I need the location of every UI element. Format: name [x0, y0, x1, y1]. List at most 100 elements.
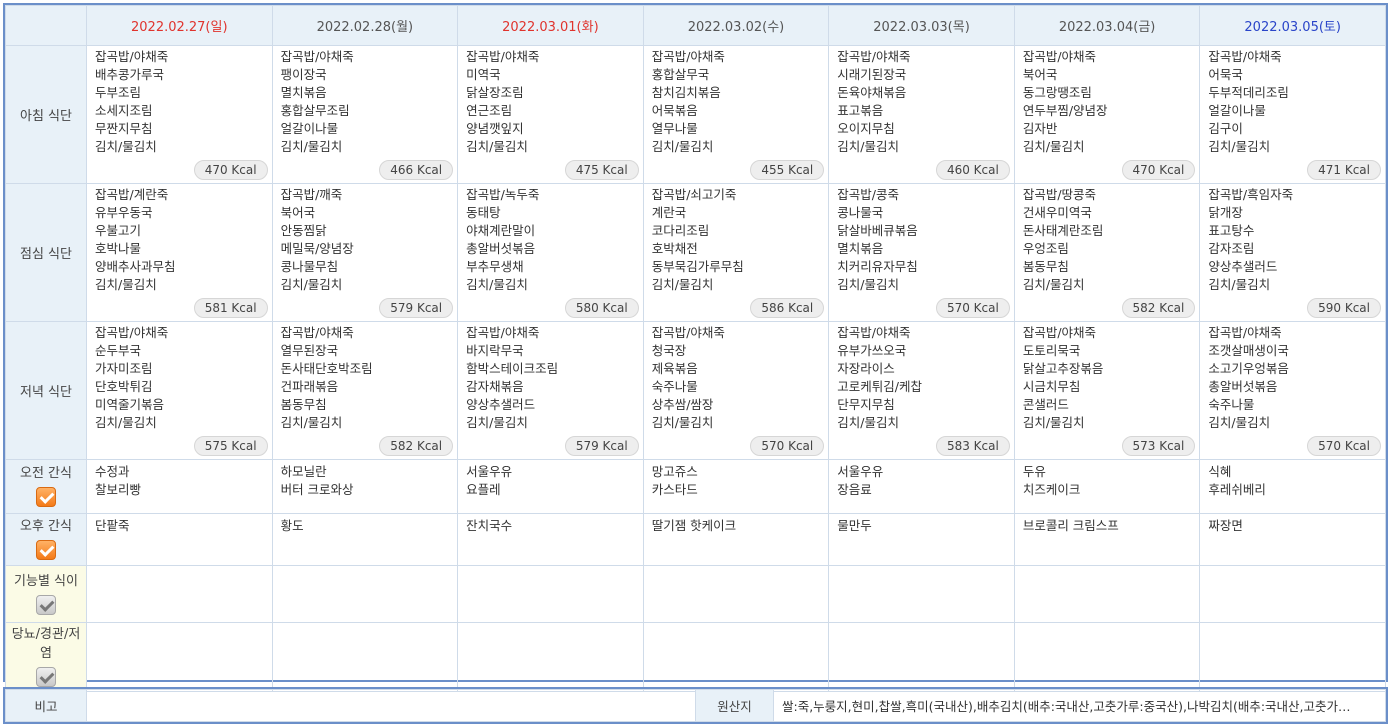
menu-item: 어묵볶음: [651, 103, 698, 118]
kcal-badge: 583 Kcal: [935, 436, 1010, 456]
menu-item: 김구이: [1208, 121, 1243, 136]
functional-cell: [828, 565, 1015, 623]
checkbox-icon[interactable]: [36, 540, 56, 560]
menu-item: 안동찜닭: [280, 223, 327, 238]
dinner-cell: 잡곡밥/야채죽 도토리묵국 닭살고추장볶음 시금치무침 콘샐러드 김치/물김치 573 Kc…: [1013, 321, 1201, 460]
lunch-cell: 잡곡밥/녹두죽 동태탕 야채계란말이 총알버섯볶음 부추무생채 김치/물김치 580 Kca…: [457, 183, 644, 322]
snack-items: 식혜 후레쉬베리: [1208, 463, 1377, 499]
menu-items: 잡곡밥/계란죽 유부우동국 우불고기 호박나물 양배추사과무침 김치/물김치: [95, 186, 264, 294]
snack-items: 서울우유장음료: [837, 463, 1006, 499]
menu-item: 잡곡밥/야채죽: [651, 325, 725, 340]
snack-item: 서울우유: [837, 464, 884, 479]
functional-row: 기능별 식이: [5, 565, 1386, 623]
kcal-badge: 470 Kcal: [193, 160, 268, 180]
menu-item: 잡곡밥/콩죽: [837, 187, 899, 202]
row-label-breakfast: 아침 식단: [5, 45, 87, 184]
weekly-menu-panel: 2022.02.27(일) 2022.02.28(월) 2022.03.01(화) 2…: [3, 3, 1388, 692]
kcal-badge: 575 Kcal: [193, 436, 268, 456]
menu-item: 김치/물김치: [95, 277, 157, 292]
menu-item: 오이지무침: [837, 121, 895, 136]
lunch-cell: 잡곡밥/콩죽 콩나물국 닭살바베큐볶음 멸치볶음 치커리유자무침 김치/물김치 570 Kc…: [828, 183, 1015, 322]
menu-item: 배추콩가루국: [95, 67, 165, 82]
menu-item: 잡곡밥/계란죽: [95, 187, 169, 202]
kcal-badge: 455 Kcal: [750, 160, 825, 180]
snack-items: 딸기잼 핫케이크: [652, 517, 821, 535]
menu-item: 잡곡밥/녹두죽: [466, 187, 540, 202]
menu-item: 두부조림: [95, 85, 142, 100]
am_snack-cell: 수정과 찰보리빵: [86, 459, 273, 514]
menu-item: 건새우미역국: [1022, 205, 1092, 220]
breakfast-cell: 잡곡밥/야채죽 배추콩가루국 두부조림 소세지조림 무짠지무침 김치/물김치 470 Kca…: [86, 45, 273, 184]
menu-items: 잡곡밥/쇠고기죽 계란국 코다리조림 호박채전 동부묵김가루무침 김치/물김치: [652, 186, 821, 294]
menu-item: 김치/물김치: [651, 139, 714, 154]
row-label-text: 아침 식단: [20, 109, 72, 124]
row-label-functional: 기능별 식이: [5, 565, 87, 623]
snack-item: 장음료: [837, 482, 872, 497]
menu-item: 콘샐러드: [1022, 397, 1069, 412]
lunch-cell: 잡곡밥/땅콩죽 건새우미역국 돈사태계란조림 우엉조림 봄동무침 김치/물김치 582 Kc…: [1013, 183, 1201, 322]
menu-item: 양념깻잎지: [466, 121, 524, 136]
menu-items: 잡곡밥/야채죽 순두부국 가자미조림 단호박튀김 미역줄기볶음 김치/물김치: [95, 324, 264, 432]
menu-items: 잡곡밥/야채죽 시래기된장국 돈육야채볶음 표고볶음 오이지무침 김치/물김치: [837, 48, 1006, 156]
menu-item: 호박채전: [651, 241, 698, 256]
menu-item: 김치/물김치: [837, 139, 899, 154]
menu-item: 김치/물김치: [95, 415, 157, 430]
snack-item: 요플레: [466, 482, 501, 497]
menu-item: 총알버섯볶음: [1208, 379, 1278, 394]
menu-items: 잡곡밥/야채죽 유부가쓰오국 자장라이스 고로케튀김/케찹 단무지무침 김치/물김치: [837, 324, 1006, 432]
menu-item: 자장라이스: [837, 361, 895, 376]
menu-item: 우불고기: [95, 223, 142, 238]
row-label-diabetes: 당뇨/경관/저염: [5, 622, 87, 692]
menu-item: 부추무생채: [466, 259, 524, 274]
menu-item: 김치/물김치: [1022, 139, 1085, 154]
menu-item: 잡곡밥/야채죽: [837, 325, 911, 340]
snack-items: 두유 치즈케이크: [1023, 463, 1192, 499]
functional-cell: [271, 565, 459, 623]
menu-item: 돈사태계란조림: [1022, 223, 1104, 238]
dinner-cell: 잡곡밥/야채죽 열무된장국 돈사태단호박조림 건파래볶음 봄동무침 김치/물김치 582 K…: [271, 321, 459, 460]
menu-item: 무짠지무침: [95, 121, 153, 136]
menu-item: 김치/물김치: [280, 139, 343, 154]
menu-item: 감자채볶음: [466, 379, 524, 394]
menu-items: 잡곡밥/야채죽 북어국 동그랑땡조림 연두부찜/양념장 김자반 김치/물김치: [1023, 48, 1192, 156]
menu-item: 돈사태단호박조림: [280, 361, 373, 376]
snack-item: 후레쉬베리: [1208, 482, 1266, 497]
functional-cell: [1199, 565, 1386, 623]
pm_snack-cell: 잔치국수: [457, 513, 644, 566]
menu-item: 잡곡밥/야채죽: [1208, 49, 1282, 64]
menu-item: 양상추샐러드: [1208, 259, 1278, 274]
menu-item: 계란국: [651, 205, 687, 220]
snack-item: 버터 크로와상: [280, 482, 354, 497]
menu-item: 닭살장조림: [466, 85, 524, 100]
snack-item: 짜장면: [1208, 518, 1243, 533]
diabetes-cell: [271, 622, 459, 692]
menu-item: 잡곡밥/야채죽: [1208, 325, 1282, 340]
menu-item: 시금치무침: [1022, 379, 1081, 394]
row-label-text: 기능별 식이: [14, 573, 78, 589]
menu-item: 가자미조림: [95, 361, 153, 376]
menu-item: 코다리조림: [651, 223, 710, 238]
pm_snack-cell: 단팥죽: [86, 513, 273, 566]
menu-item: 봄동무침: [1022, 259, 1069, 274]
kcal-badge: 475 Kcal: [564, 160, 639, 180]
lunch-cell: 잡곡밥/깨죽 북어국 안동찜닭 메밀묵/양념장 콩나물무침 김치/물김치 579 Kcal: [271, 183, 459, 322]
kcal-badge: 582 Kcal: [379, 436, 454, 456]
menu-item: 연근조림: [466, 103, 513, 118]
weekly-menu-table: 2022.02.27(일) 2022.02.28(월) 2022.03.01(화) 2…: [5, 5, 1386, 692]
kcal-badge: 460 Kcal: [935, 160, 1010, 180]
menu-item: 단호박튀김: [95, 379, 153, 394]
diabetes-cell: [1199, 622, 1386, 692]
menu-item: 두부적데리조림: [1208, 85, 1289, 100]
snack-item: 물만두: [837, 518, 872, 533]
checkbox-icon[interactable]: [36, 594, 56, 615]
dinner-row: 저녁 식단 잡곡밥/야채죽 순두부국 가자미조림 단호박튀김 미역줄기볶음 김치/물김치 57…: [5, 321, 1386, 460]
menu-item: 멸치볶음: [280, 85, 327, 100]
menu-item: 홍합살무국: [651, 67, 710, 82]
snack-item: 브로콜리 크림스프: [1022, 518, 1119, 533]
menu-item: 북어국: [280, 205, 316, 220]
menu-item: 김치/물김치: [95, 139, 157, 154]
checkbox-icon[interactable]: [36, 667, 56, 687]
am_snack-cell: 두유 치즈케이크: [1013, 459, 1201, 514]
menu-item: 청국장: [651, 343, 687, 358]
checkbox-icon[interactable]: [36, 487, 56, 507]
